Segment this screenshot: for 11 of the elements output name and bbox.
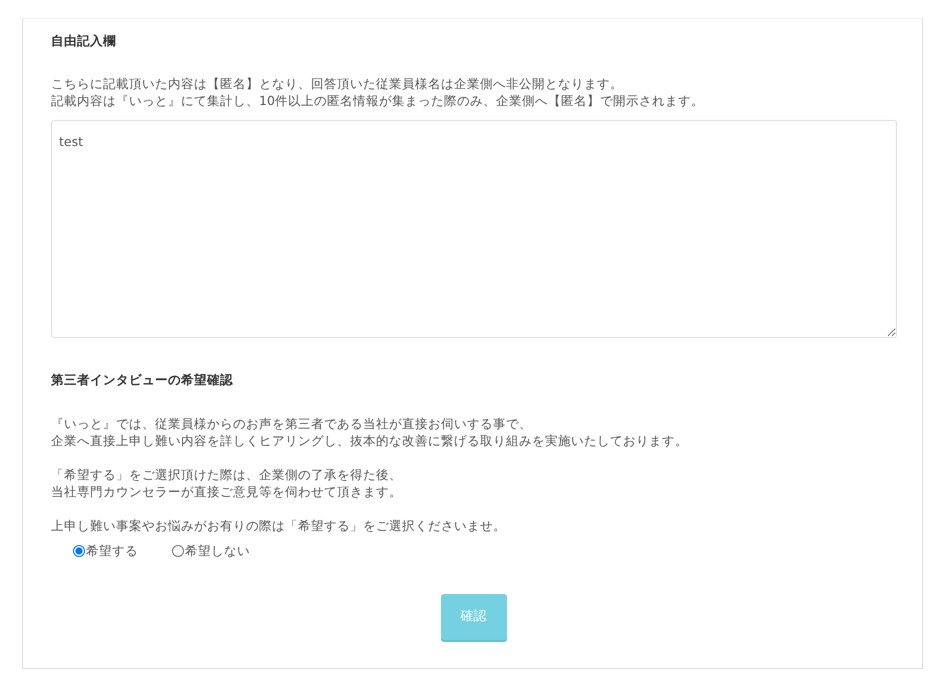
section-heading: 自由記入欄 — [51, 33, 117, 48]
radio-button[interactable] — [73, 545, 85, 558]
paragraph: 『いっと』では、従業員様からのお声を第三者である当社が直接お伺いする事で、 企業へ直接上申し難い内容を詳しくヒアリングし、抜本的な改善に繋げる取り組みを実施いたしております。 — [51, 415, 689, 449]
radio-option[interactable]: 希望しない — [172, 542, 250, 561]
radio-button[interactable] — [172, 545, 184, 558]
section-heading: 第三者インタビューの希望確認 — [51, 372, 234, 387]
paragraph: 「希望する」をご選択頂けた際は、企業側の了承を得た後、 当社専門カウンセラーが直接ご意見等を伺わせて頂きます。 — [51, 466, 403, 500]
paragraph: こちらに記載頂いた内容は【匿名】となり、回答頂いた従業員様名は企業側へ非公開となります。 記載内容は『いっと』にて集計し、10件以上の匿名情報が集まった際のみ、企業側へ【匿名】で開示されます。 — [51, 75, 705, 109]
paragraph: 上申し難い事案やお悩みがお有りの際は「希望する」をご選択くださいませ。 — [51, 517, 507, 534]
radio-option[interactable]: 希望する — [73, 542, 138, 561]
comment-textarea[interactable]: test — [51, 120, 897, 338]
